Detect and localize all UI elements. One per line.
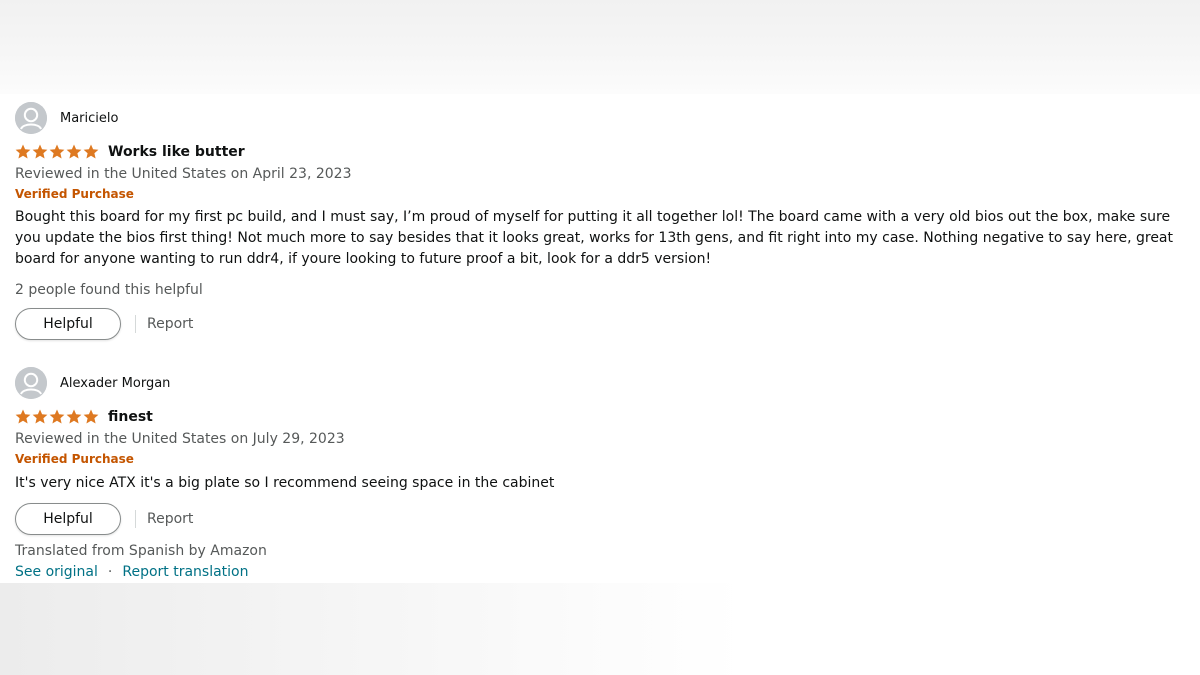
link-separator: · bbox=[107, 564, 113, 580]
review-title-row: Works like butter bbox=[15, 142, 1195, 162]
star-icon bbox=[15, 144, 31, 159]
star-rating[interactable] bbox=[15, 409, 99, 425]
star-icon bbox=[32, 409, 48, 424]
review-card: Alexader Morgan finest Reviewed in the U… bbox=[15, 367, 1195, 582]
translation-links: See original · Report translation bbox=[15, 562, 1195, 582]
action-divider bbox=[135, 315, 136, 333]
profile-row[interactable]: Alexader Morgan bbox=[15, 367, 1195, 399]
verified-purchase-badge[interactable]: Verified Purchase bbox=[15, 186, 1195, 202]
bottom-fade-overlay bbox=[0, 583, 1200, 675]
review-card: Maricielo Works like butter Reviewed in … bbox=[15, 102, 1195, 340]
star-icon bbox=[83, 144, 99, 159]
action-divider bbox=[135, 510, 136, 528]
star-icon bbox=[66, 409, 82, 424]
review-body: Bought this board for my first pc build,… bbox=[15, 209, 1174, 267]
verified-purchase-badge[interactable]: Verified Purchase bbox=[15, 451, 1195, 467]
review-date: Reviewed in the United States on April 2… bbox=[15, 166, 352, 182]
profile-name[interactable]: Alexader Morgan bbox=[60, 376, 170, 391]
reviews-page: Maricielo Works like butter Reviewed in … bbox=[0, 0, 1200, 675]
star-icon bbox=[83, 409, 99, 424]
review-body: It's very nice ATX it's a big plate so I… bbox=[15, 475, 555, 491]
star-icon bbox=[15, 409, 31, 424]
star-icon bbox=[32, 144, 48, 159]
review-actions: Helpful Report bbox=[15, 503, 1195, 535]
review-title-row: finest bbox=[15, 407, 1195, 427]
review-title[interactable]: finest bbox=[108, 409, 153, 425]
star-icon bbox=[49, 144, 65, 159]
avatar-icon[interactable] bbox=[15, 102, 47, 134]
profile-row[interactable]: Maricielo bbox=[15, 102, 1195, 134]
star-icon bbox=[49, 409, 65, 424]
see-original-link[interactable]: See original bbox=[15, 562, 98, 582]
star-rating[interactable] bbox=[15, 144, 99, 160]
report-link[interactable]: Report bbox=[147, 316, 193, 332]
avatar-icon[interactable] bbox=[15, 367, 47, 399]
review-date: Reviewed in the United States on July 29… bbox=[15, 431, 345, 447]
report-translation-link[interactable]: Report translation bbox=[122, 562, 248, 582]
star-icon bbox=[66, 144, 82, 159]
translation-note: Translated from Spanish by Amazon bbox=[15, 543, 267, 559]
helpful-button[interactable]: Helpful bbox=[15, 308, 121, 340]
top-fade-overlay bbox=[0, 0, 1200, 94]
review-title[interactable]: Works like butter bbox=[108, 144, 245, 160]
profile-name[interactable]: Maricielo bbox=[60, 111, 118, 126]
helpful-button[interactable]: Helpful bbox=[15, 503, 121, 535]
helpful-count: 2 people found this helpful bbox=[15, 282, 203, 298]
report-link[interactable]: Report bbox=[147, 511, 193, 527]
review-actions: Helpful Report bbox=[15, 308, 1195, 340]
